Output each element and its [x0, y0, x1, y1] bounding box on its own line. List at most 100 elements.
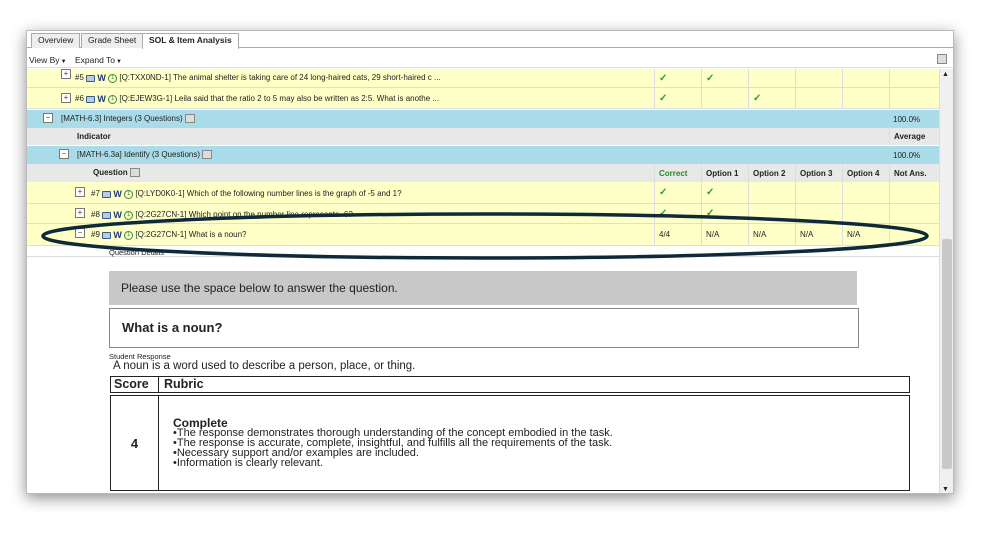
question-text[interactable]: [Q:TXX0ND-1] The animal shelter is takin… — [119, 73, 440, 82]
table-row: + #5 W 1 [Q:TXX0ND-1] The animal shelter… — [27, 69, 939, 88]
not-answered-header: Not Ans. — [889, 164, 939, 182]
not-answered-cell — [889, 204, 939, 223]
table-row-selected: − #9 W 1 [Q:2G27CN-1] What is a noun? 4/… — [27, 224, 939, 246]
average-cell: 100.0% — [889, 110, 939, 128]
circle-one-icon: 1 — [124, 230, 134, 240]
correct-cell: ✓ — [654, 69, 701, 87]
w-icon: W — [97, 94, 106, 104]
minus-box-icon[interactable]: − — [59, 149, 69, 159]
question-details-bar: Question Details — [27, 247, 939, 257]
question-row-content: #8 W 1 [Q:2G27CN-1] Which point on the n… — [91, 210, 353, 220]
student-response-text: A noun is a word used to describe a pers… — [113, 360, 416, 372]
printer-icon[interactable] — [937, 54, 947, 64]
tab-overview[interactable]: Overview — [31, 33, 81, 48]
question-row-content: #7 W 1 [Q:LYD0K0-1] Which of the followi… — [91, 189, 402, 199]
plus-box-icon[interactable]: + — [61, 93, 71, 103]
question-header-row: Question Correct Option 1 Option 2 Optio… — [27, 164, 939, 182]
indicator-header-row: Indicator Average — [27, 128, 939, 145]
minus-box-icon[interactable]: − — [75, 228, 85, 238]
option3-cell: N/A — [795, 224, 842, 245]
view-by-label: View By — [29, 55, 60, 65]
printer-icon[interactable] — [184, 114, 195, 124]
scroll-thumb[interactable] — [942, 239, 952, 469]
correct-header: Correct — [654, 164, 701, 182]
computer-icon — [102, 231, 112, 239]
computer-icon — [102, 190, 112, 198]
toolbar: View By▼ Expand To▼ — [27, 52, 953, 68]
w-icon: W — [97, 73, 106, 83]
option2-cell — [748, 204, 795, 223]
rubric-title-header: Rubric — [164, 377, 204, 391]
table-row: + #6 W 1 [Q:EJEW3G-1] Leila said that th… — [27, 88, 939, 109]
checkmark-icon: ✓ — [706, 208, 715, 219]
option4-cell — [842, 69, 889, 87]
rubric-line: •Information is clearly relevant. — [173, 457, 323, 469]
indicator-row-math-6-3a: − [MATH-6.3a] Identify (3 Questions) 100… — [27, 146, 939, 164]
checkmark-icon: ✓ — [659, 208, 668, 219]
question-text[interactable]: [Q:2G27CN-1] What is a noun? — [135, 230, 246, 239]
option2-header: Option 2 — [748, 164, 795, 182]
correct-cell: ✓ — [654, 88, 701, 108]
question-number: #6 — [75, 94, 84, 104]
checkmark-icon: ✓ — [659, 72, 668, 84]
option4-cell — [842, 182, 889, 203]
question-row-content: #6 W 1 [Q:EJEW3G-1] Leila said that the … — [75, 94, 439, 104]
tab-sol-item-analysis[interactable]: SOL & Item Analysis — [142, 33, 239, 49]
option1-cell: ✓ — [701, 204, 748, 223]
view-by-menu[interactable]: View By▼ — [29, 55, 67, 65]
question-row-content: #5 W 1 [Q:TXX0ND-1] The animal shelter i… — [75, 73, 441, 83]
plus-box-icon[interactable]: + — [75, 208, 85, 218]
question-details-label: Question Details — [109, 248, 165, 257]
plus-box-icon[interactable]: + — [75, 187, 85, 197]
tab-grade-sheet[interactable]: Grade Sheet — [81, 33, 144, 48]
average-value: 100.0% — [893, 114, 921, 124]
not-answered-cell — [889, 224, 939, 245]
average-header: Average — [889, 128, 939, 145]
option1-header: Option 1 — [701, 164, 748, 182]
expand-to-menu[interactable]: Expand To▼ — [75, 55, 122, 65]
not-answered-cell — [889, 88, 939, 108]
option1-cell: ✓ — [701, 182, 748, 203]
checkmark-icon: ✓ — [659, 92, 668, 104]
rubric-text: Complete •The response demonstrates thor… — [173, 417, 613, 469]
question-text[interactable]: [Q:EJEW3G-1] Leila said that the ratio 2… — [119, 94, 439, 103]
checkmark-icon: ✓ — [659, 187, 668, 198]
not-answered-cell — [889, 182, 939, 203]
minus-box-icon[interactable]: − — [43, 113, 53, 123]
question-number: #9 — [91, 230, 100, 240]
option4-cell — [842, 204, 889, 223]
question-text[interactable]: [Q:2G27CN-1] Which point on the number l… — [135, 210, 352, 219]
indicator-title: [MATH-6.3a] Identify (3 Questions) — [77, 150, 201, 159]
score-header: Score — [111, 377, 159, 392]
average-value: 100.0% — [893, 150, 921, 160]
correct-cell: ✓ — [654, 182, 701, 203]
option4-cell: N/A — [842, 224, 889, 245]
checkmark-icon: ✓ — [753, 92, 762, 104]
question-prompt: What is a noun? — [109, 308, 859, 348]
circle-one-icon: 1 — [124, 189, 134, 199]
instruction-banner: Please use the space below to answer the… — [109, 271, 857, 305]
chevron-down-icon: ▼ — [60, 59, 67, 65]
indicator-header: Indicator — [77, 132, 111, 141]
scroll-up-arrow-icon[interactable]: ▲ — [942, 71, 949, 78]
standard-label: [MATH-6.3] Integers (3 Questions) — [61, 114, 195, 124]
score-value: 4 — [111, 396, 159, 490]
question-number: #7 — [91, 189, 100, 199]
option3-cell — [795, 204, 842, 223]
question-text[interactable]: [Q:LYD0K0-1] Which of the following numb… — [135, 189, 401, 198]
printer-icon[interactable] — [202, 150, 213, 160]
tab-bar: Overview Grade Sheet SOL & Item Analysis — [27, 31, 953, 49]
option3-cell — [795, 88, 842, 108]
question-number: #8 — [91, 210, 100, 220]
app-window: Overview Grade Sheet SOL & Item Analysis… — [26, 30, 954, 494]
circle-one-icon: 1 — [108, 94, 118, 104]
vertical-scrollbar[interactable]: ▲ ▼ — [939, 69, 953, 493]
option1-cell: N/A — [701, 224, 748, 245]
scroll-down-arrow-icon[interactable]: ▼ — [942, 486, 949, 493]
printer-icon[interactable] — [129, 168, 140, 178]
option3-cell — [795, 182, 842, 203]
w-icon: W — [113, 210, 122, 220]
average-cell: 100.0% — [889, 146, 939, 164]
rubric-header: Score Rubric — [110, 376, 910, 393]
plus-box-icon[interactable]: + — [61, 69, 71, 79]
